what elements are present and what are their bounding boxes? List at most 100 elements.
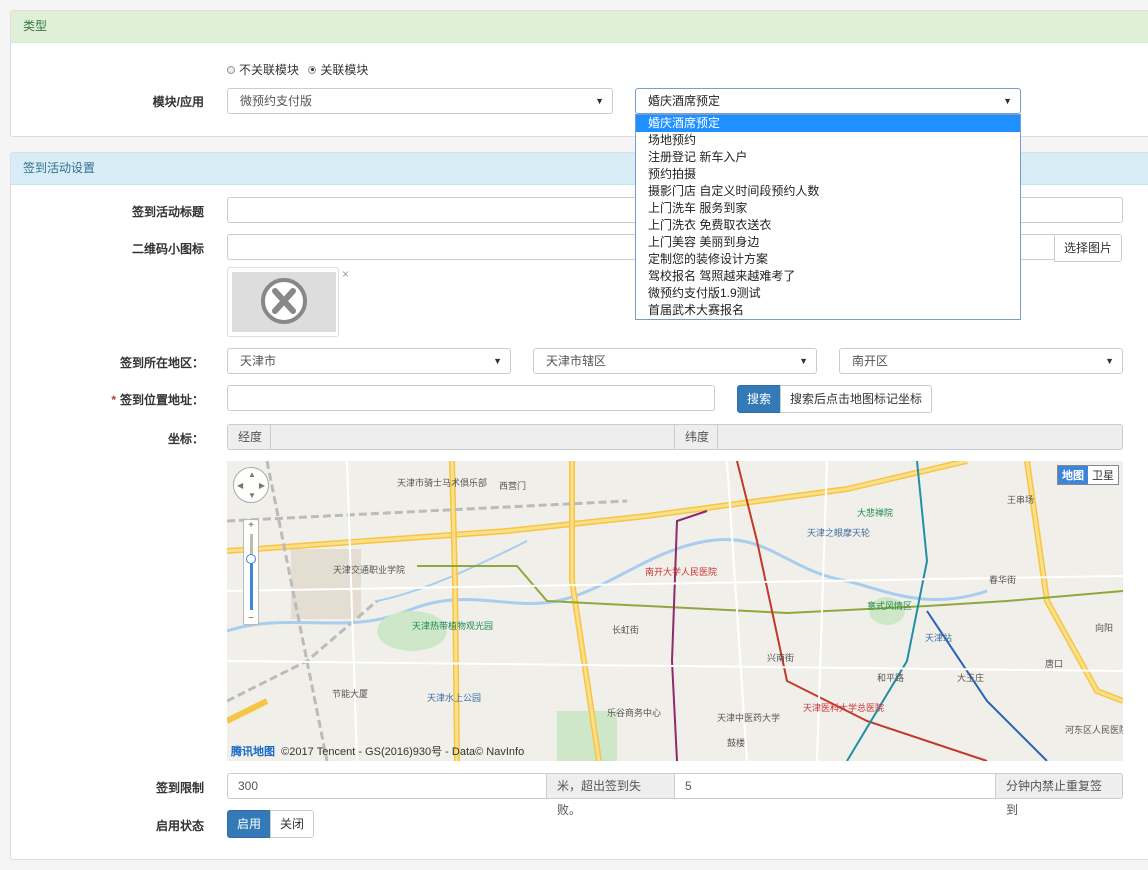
zoom-knob[interactable]: [246, 554, 256, 564]
radio-linked-dot[interactable]: [308, 65, 317, 74]
module-label: 模块/应用: [152, 95, 204, 109]
icon-label: 二维码小图标: [131, 242, 204, 256]
icon-thumbnail: [227, 267, 339, 337]
district-select[interactable]: 南开区 ▼: [839, 348, 1123, 374]
map-place: 和平路: [877, 673, 905, 683]
chevron-down-icon: ▼: [493, 356, 502, 366]
pan-right-icon[interactable]: ▶: [259, 481, 265, 490]
region-label: 签到所在地区：: [119, 356, 204, 370]
module-select[interactable]: 微预约支付版 ▼: [227, 88, 613, 114]
map-place: 兴南街: [767, 653, 795, 663]
search-button[interactable]: 搜索: [737, 385, 782, 413]
city-select-value: 天津市辖区: [546, 354, 607, 368]
app-option[interactable]: 婚庆酒席预定: [636, 115, 1020, 132]
map-place: 向阳: [1095, 623, 1114, 633]
module-select-value: 微预约支付版: [240, 94, 313, 108]
app-option[interactable]: 场地预约: [636, 132, 1020, 149]
map-place: 唐口: [1045, 659, 1064, 669]
map-place: 长虹街: [612, 625, 640, 635]
status-label: 启用状态: [155, 819, 204, 833]
search-hint-button[interactable]: 搜索后点击地图标记坐标: [780, 385, 933, 413]
map-place: 天津医科大学总医院: [803, 703, 885, 713]
limit-distance-suffix: 米，超出签到失败。: [546, 773, 675, 817]
lng-addon: 经度: [227, 424, 274, 450]
app-option[interactable]: 上门洗衣 免费取衣送衣: [636, 217, 1020, 234]
app-option[interactable]: 首届武术大赛报名: [636, 302, 1020, 319]
radio-linked[interactable]: 关联模块: [308, 63, 368, 77]
app-select[interactable]: 婚庆酒席预定 ▼: [635, 88, 1021, 114]
limit-minutes-input[interactable]: 5: [674, 773, 996, 799]
map-place: 乐谷商务中心: [607, 708, 662, 718]
pan-control[interactable]: ▲ ▼ ◀ ▶: [233, 467, 269, 503]
app-option[interactable]: 上门美容 美丽到身边: [636, 234, 1020, 251]
district-select-value: 南开区: [852, 354, 889, 368]
broken-image-icon: [261, 278, 307, 324]
lat-addon: 纬度: [674, 424, 721, 450]
zoom-out-icon[interactable]: −: [244, 613, 258, 624]
chevron-down-icon: ▼: [1105, 356, 1114, 366]
pan-left-icon[interactable]: ◀: [237, 481, 243, 490]
map-place: 大悲禅院: [857, 508, 894, 518]
map-place: 天津水上公园: [427, 693, 482, 703]
app-option[interactable]: 驾校报名 驾照越来越难考了: [636, 268, 1020, 285]
coord-label: 坐标：: [167, 432, 204, 446]
pan-down-icon[interactable]: ▼: [248, 491, 256, 500]
map-place: 天津市骑士马术俱乐部: [397, 478, 488, 488]
app-select-dropdown: 婚庆酒席预定 场地预约 注册登记 新车入户 预约拍摄 摄影门店 自定义时间段预约…: [635, 114, 1021, 320]
radio-unlinked[interactable]: 不关联模块: [227, 63, 302, 77]
limit-distance-input[interactable]: 300: [227, 773, 547, 799]
map-place: 天津中医药大学: [717, 713, 781, 723]
app-select-value: 婚庆酒席预定: [648, 94, 721, 108]
title-label: 签到活动标题: [131, 205, 204, 219]
app-option[interactable]: 预约拍摄: [636, 166, 1020, 183]
map-canvas[interactable]: 天津市骑士马术俱乐部 西营门 天津交通职业学院 天津水上公园 天津热带植物观光园…: [227, 461, 1123, 761]
remove-image-icon[interactable]: ×: [342, 267, 349, 281]
status-off-button[interactable]: 关闭: [270, 810, 315, 838]
link-type-radio-group: 不关联模块 关联模块: [227, 61, 368, 78]
app-option[interactable]: 微预约支付版1.9测试: [636, 285, 1020, 302]
province-select[interactable]: 天津市 ▼: [227, 348, 511, 374]
chevron-down-icon: ▼: [799, 356, 808, 366]
address-label-text: 签到位置地址：: [119, 393, 204, 407]
radio-unlinked-dot[interactable]: [227, 65, 235, 74]
tencent-map-logo: 腾讯地图: [231, 746, 275, 758]
pan-up-icon[interactable]: ▲: [248, 470, 256, 479]
address-label: * 签到位置地址：: [4, 391, 204, 408]
radio-unlinked-label: 不关联模块: [239, 63, 300, 77]
chevron-down-icon: ▼: [1003, 96, 1012, 106]
map-place: 春华街: [989, 575, 1017, 585]
limit-label: 签到限制: [155, 781, 204, 795]
map-type-map[interactable]: 地图: [1058, 466, 1088, 484]
province-select-value: 天津市: [240, 354, 277, 368]
zoom-level-fill: [250, 558, 253, 610]
choose-image-button[interactable]: 选择图片: [1054, 234, 1123, 262]
map-roads: [227, 461, 1123, 761]
image-placeholder: [232, 272, 336, 332]
type-panel-heading: 类型: [11, 11, 1148, 43]
lat-input: [717, 424, 1123, 450]
map-type-satellite[interactable]: 卫星: [1088, 466, 1118, 484]
map-place: 鼓楼: [727, 738, 746, 748]
zoom-in-icon[interactable]: +: [244, 520, 258, 531]
map-place: 河东区人民医院: [1065, 725, 1123, 735]
map-place: 天津之眼摩天轮: [807, 528, 871, 538]
app-option[interactable]: 摄影门店 自定义时间段预约人数: [636, 183, 1020, 200]
address-input[interactable]: [227, 385, 715, 411]
limit-minutes-suffix: 分钟内禁止重复签到: [995, 773, 1123, 817]
app-option[interactable]: 注册登记 新车入户: [636, 149, 1020, 166]
app-option[interactable]: 上门洗车 服务到家: [636, 200, 1020, 217]
city-select[interactable]: 天津市辖区 ▼: [533, 348, 817, 374]
map-place: 天津交通职业学院: [333, 565, 406, 575]
app-option[interactable]: 定制您的装修设计方案: [636, 251, 1020, 268]
lng-input: [270, 424, 675, 450]
map-place: 南开大学人民医院: [645, 567, 718, 577]
map-credit-text: ©2017 Tencent - GS(2016)930号 - Data© Nav…: [281, 746, 525, 758]
map-credit: 腾讯地图 ©2017 Tencent - GS(2016)930号 - Data…: [231, 743, 524, 759]
chevron-down-icon: ▼: [595, 96, 604, 106]
zoom-slider[interactable]: + −: [243, 519, 259, 625]
map-place: 王串场: [1007, 495, 1035, 505]
required-marker: *: [111, 393, 116, 407]
map-place: 天津热带植物观光园: [412, 621, 494, 631]
map-zoom-control: ▲ ▼ ◀ ▶ + −: [233, 467, 269, 625]
status-on-button[interactable]: 启用: [227, 810, 272, 838]
